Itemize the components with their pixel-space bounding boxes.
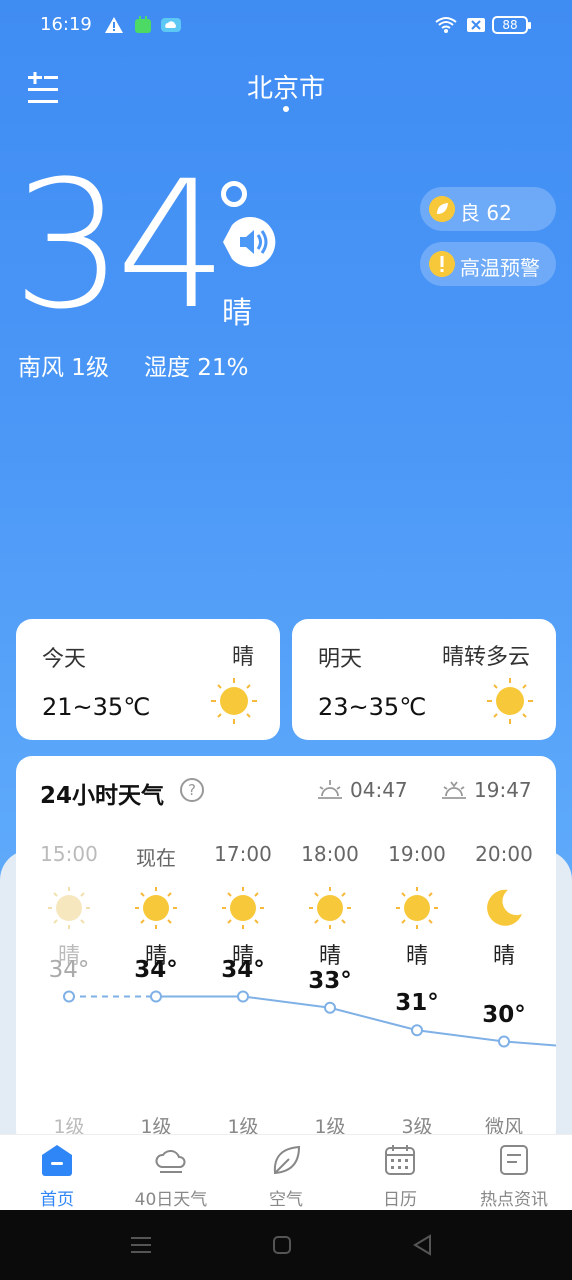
sun-icon <box>487 678 533 724</box>
temp-point <box>411 1024 423 1037</box>
temp-point <box>324 1001 336 1014</box>
nav-label: 日历 <box>383 1190 417 1210</box>
hour-temp-label: 33° <box>308 967 352 994</box>
day-temp-range: 23~35℃ <box>318 693 427 721</box>
hour-temp-label: 34° <box>48 956 90 983</box>
temp-point <box>63 990 75 1003</box>
nav-label: 热点资讯 <box>480 1190 548 1210</box>
high-temp-alert-badge[interactable]: 高温预警 <box>420 242 556 286</box>
current-condition: 晴 <box>222 296 252 331</box>
city-title[interactable]: 北京市 <box>0 68 572 105</box>
nav-item-air[interactable]: 空气 <box>229 1135 343 1211</box>
hourly-forecast-card[interactable]: 24小时天气 ? 04:47 19:47 15:00 晴 1级 现在晴 1级 17:00 晴… <box>16 756 556 1146</box>
leaf-icon <box>273 1145 301 1175</box>
nav-label: 40日天气 <box>134 1190 208 1210</box>
calendar-icon <box>385 1145 415 1175</box>
page-indicator-dot <box>283 106 289 112</box>
day-condition: 晴转多云 <box>441 645 530 670</box>
alert-icon <box>429 251 455 277</box>
status-bar: 16:19 88 <box>0 0 572 52</box>
bottom-navigation: 首页 40日天气 空气 日历 热点资讯 <box>0 1134 572 1210</box>
leaf-icon <box>429 196 455 222</box>
system-navigation-bar <box>0 1210 572 1280</box>
temp-point <box>237 990 249 1003</box>
home-icon <box>42 1145 72 1176</box>
nav-item-40day[interactable]: 40日天气 <box>114 1135 228 1211</box>
back-icon[interactable] <box>412 1234 432 1256</box>
today-card[interactable]: 今天 晴 21~35℃ <box>16 619 280 740</box>
tomorrow-card[interactable]: 明天 晴转多云 23~35℃ <box>292 619 556 740</box>
home-button-icon[interactable] <box>272 1235 292 1255</box>
temp-point <box>150 990 162 1003</box>
recent-apps-icon[interactable] <box>130 1235 152 1255</box>
battery-indicator: 88 <box>492 16 531 34</box>
degree-symbol <box>221 181 247 207</box>
day-name: 明天 <box>318 647 363 672</box>
day-name: 今天 <box>42 647 87 672</box>
nav-label: 空气 <box>269 1190 303 1210</box>
day-temp-range: 21~35℃ <box>42 693 151 721</box>
news-icon <box>500 1145 528 1175</box>
current-temperature: 34 <box>12 143 228 348</box>
warning-icon <box>105 17 123 33</box>
sim-off-icon <box>467 18 485 32</box>
status-time: 16:19 <box>40 14 92 35</box>
nav-item-home[interactable]: 首页 <box>0 1135 114 1211</box>
hour-temp-label: 34° <box>221 956 265 983</box>
voice-broadcast-icon[interactable] <box>223 215 277 269</box>
hour-temp-label: 34° <box>134 956 178 983</box>
sun-icon <box>211 678 257 724</box>
cloud-notification-icon <box>161 18 181 32</box>
nav-item-news[interactable]: 热点资讯 <box>457 1135 571 1211</box>
temperature-curve <box>63 990 556 1048</box>
hour-temp-label: 30° <box>482 1001 526 1028</box>
app-notification-icon <box>135 16 151 33</box>
hour-temp-label: 31° <box>395 990 439 1017</box>
temp-point <box>498 1035 510 1048</box>
air-quality-label: 良 62 <box>460 201 512 225</box>
day-condition: 晴 <box>231 645 254 670</box>
nav-label: 首页 <box>40 1190 74 1210</box>
current-wind: 南风 1级 <box>18 355 109 381</box>
current-humidity: 湿度 21% <box>144 355 249 381</box>
air-quality-badge[interactable]: 良 62 <box>420 187 556 231</box>
alert-label: 高温预警 <box>460 256 540 280</box>
wifi-icon <box>435 17 457 33</box>
nav-item-calendar[interactable]: 日历 <box>343 1135 457 1211</box>
cloud-icon <box>155 1150 186 1173</box>
